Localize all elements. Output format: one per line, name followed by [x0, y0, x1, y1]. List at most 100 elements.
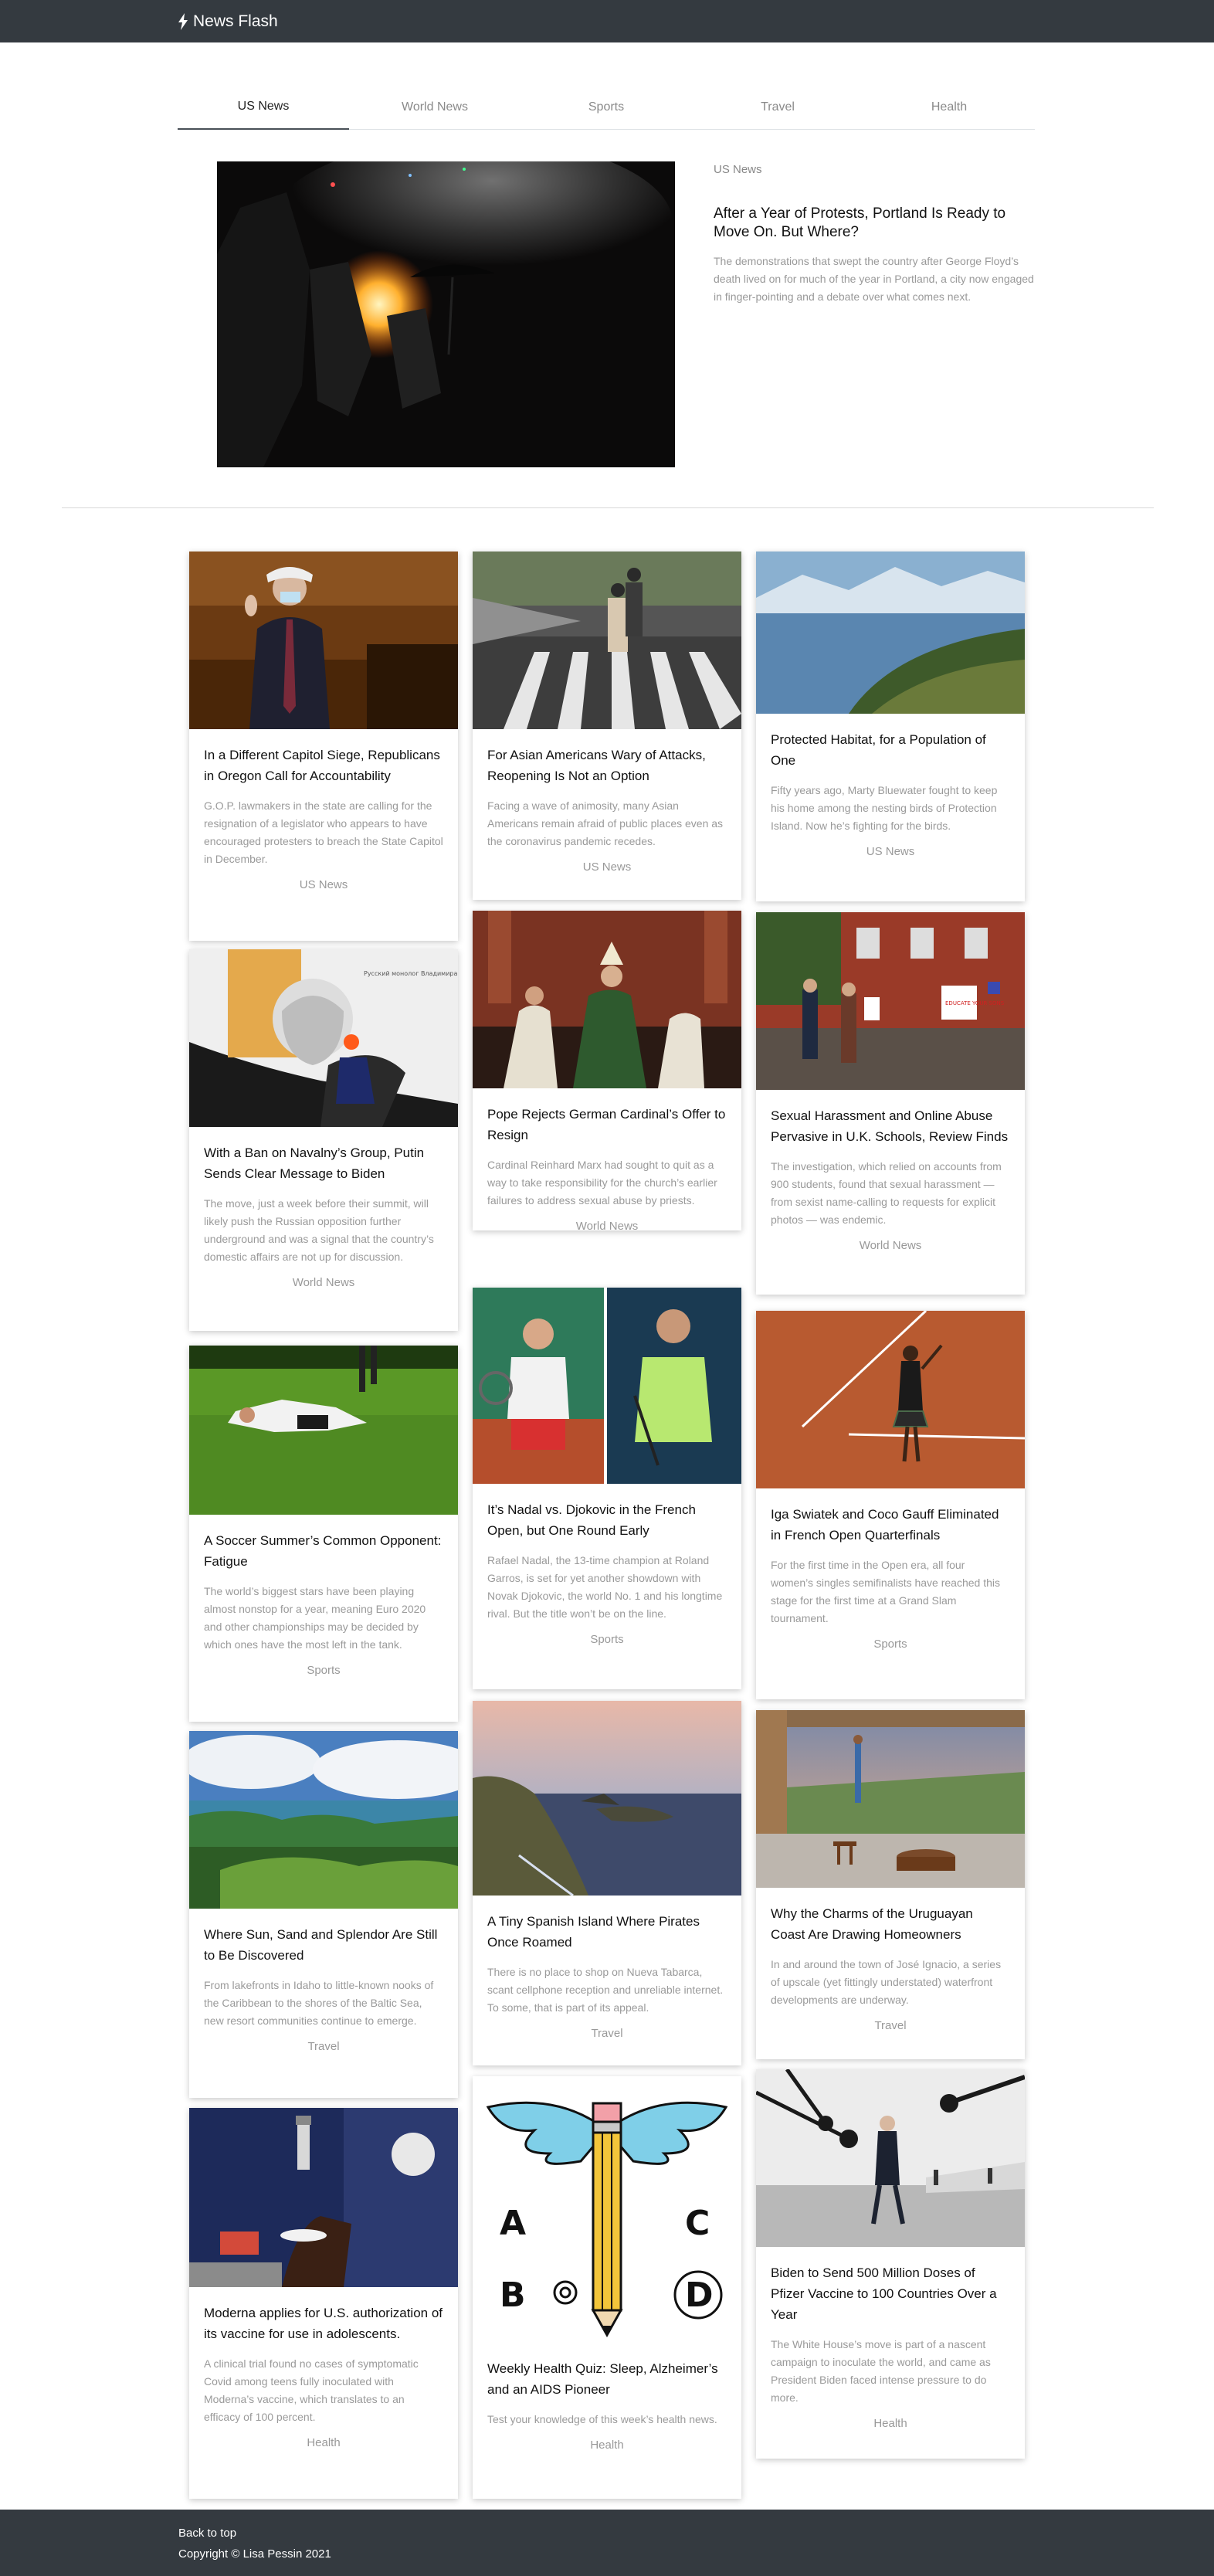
article-description: Facing a wave of animosity, many Asian A… — [487, 799, 724, 847]
tab-travel[interactable]: Travel — [692, 85, 863, 130]
article-category: Health — [590, 2439, 624, 2452]
article-card: Iga Swiatek and Coco Gauff Eliminated in… — [756, 1311, 1025, 1699]
brand-link[interactable]: News Flash — [178, 0, 278, 42]
article-body: Moderna applies for U.S. authorization o… — [189, 2303, 458, 2449]
article-title-link[interactable]: For Asian Americans Wary of Attacks, Reo… — [487, 745, 727, 786]
hero-category: US News — [714, 163, 762, 176]
article-card: EDUCATE YOUR SONS Sexual Harassment and … — [756, 912, 1025, 1295]
article-category: US News — [582, 860, 632, 874]
article-image[interactable] — [473, 911, 741, 1088]
article-body: It’s Nadal vs. Djokovic in the French Op… — [473, 1499, 741, 1646]
article-image[interactable]: EDUCATE YOUR SONS — [756, 912, 1025, 1090]
article-description: There is no place to shop on Nueva Tabar… — [487, 1966, 724, 2014]
article-body: Pope Rejects German Cardinal’s Offer to … — [473, 1104, 741, 1230]
page-footer: Back to top Copyright © Lisa Pessin 2021 — [0, 2510, 1214, 2576]
quiz-letter-c: C — [685, 2204, 710, 2243]
article-card: It’s Nadal vs. Djokovic in the French Op… — [473, 1288, 741, 1689]
article-image[interactable] — [756, 2069, 1025, 2247]
article-image[interactable] — [473, 1288, 741, 1484]
article-image[interactable] — [756, 552, 1025, 714]
article-title-link[interactable]: Pope Rejects German Cardinal’s Offer to … — [487, 1104, 727, 1145]
hero-title-link[interactable]: After a Year of Protests, Portland Is Re… — [714, 205, 1038, 242]
tab-us-news[interactable]: US News — [178, 85, 349, 130]
tab-health[interactable]: Health — [863, 85, 1035, 130]
quiz-letter-a: A — [500, 2204, 526, 2243]
article-category: World News — [575, 1220, 639, 1230]
article-description: The investigation, which relied on accou… — [771, 1160, 1002, 1226]
article-card: In a Different Capitol Siege, Republican… — [189, 552, 458, 941]
article-description: From lakefronts in Idaho to little-known… — [204, 1979, 434, 2027]
article-image[interactable] — [189, 1346, 458, 1515]
article-body: Biden to Send 500 Million Doses of Pfize… — [756, 2262, 1025, 2430]
article-body: Why the Charms of the Uruguayan Coast Ar… — [756, 1903, 1025, 2032]
article-body: A Soccer Summer’s Common Opponent: Fatig… — [189, 1530, 458, 1677]
article-description: Rafael Nadal, the 13-time champion at Ro… — [487, 1554, 723, 1620]
article-card: Why the Charms of the Uruguayan Coast Ar… — [756, 1710, 1025, 2059]
article-image[interactable]: A B C D — [473, 2076, 741, 2343]
article-card: For Asian Americans Wary of Attacks, Reo… — [473, 552, 741, 900]
article-title-link[interactable]: Sexual Harassment and Online Abuse Perva… — [771, 1105, 1010, 1147]
back-to-top-link[interactable]: Back to top — [178, 2527, 236, 2540]
article-title-link[interactable]: Iga Swiatek and Coco Gauff Eliminated in… — [771, 1504, 1010, 1546]
article-body: Protected Habitat, for a Population of O… — [756, 729, 1025, 858]
article-body: Weekly Health Quiz: Sleep, Alzheimer’s a… — [473, 2358, 741, 2452]
article-title-link[interactable]: Biden to Send 500 Million Doses of Pfize… — [771, 2262, 1010, 2325]
quiz-letter-d: D — [685, 2276, 714, 2315]
article-title-link[interactable]: Moderna applies for U.S. authorization o… — [204, 2303, 443, 2344]
tab-world-news[interactable]: World News — [349, 85, 521, 130]
brand-name: News Flash — [193, 12, 278, 30]
article-category: Health — [873, 2417, 907, 2430]
article-card: Moderna applies for U.S. authorization o… — [189, 2108, 458, 2499]
article-card: Biden to Send 500 Million Doses of Pfize… — [756, 2069, 1025, 2459]
article-description: Cardinal Reinhard Marx had sought to qui… — [487, 1159, 717, 1207]
article-card: Русский монолог Владимира With a Ban on … — [189, 949, 458, 1331]
article-title-link[interactable]: In a Different Capitol Siege, Republican… — [204, 745, 443, 786]
article-card: Pope Rejects German Cardinal’s Offer to … — [473, 911, 741, 1230]
article-description: G.O.P. lawmakers in the state are callin… — [204, 799, 443, 865]
article-image[interactable] — [189, 2108, 458, 2287]
article-body: Where Sun, Sand and Splendor Are Still t… — [189, 1924, 458, 2053]
article-category: US News — [299, 878, 348, 891]
article-category: World News — [859, 1239, 922, 1252]
category-tabs: US News World News Sports Travel Health — [178, 85, 1035, 130]
article-card: A Soccer Summer’s Common Opponent: Fatig… — [189, 1346, 458, 1722]
hero-description: The demonstrations that swept the countr… — [714, 255, 1034, 303]
article-body: Iga Swiatek and Coco Gauff Eliminated in… — [756, 1504, 1025, 1651]
hero-meta: US News After a Year of Protests, Portla… — [714, 161, 1038, 306]
article-category: Sports — [873, 1638, 907, 1651]
article-image[interactable] — [189, 552, 458, 729]
article-body: A Tiny Spanish Island Where Pirates Once… — [473, 1911, 741, 2040]
article-image[interactable] — [473, 552, 741, 729]
article-title-link[interactable]: With a Ban on Navalny’s Group, Putin Sen… — [204, 1142, 443, 1184]
hero-image[interactable] — [217, 161, 675, 467]
article-title-link[interactable]: Where Sun, Sand and Splendor Are Still t… — [204, 1924, 443, 1966]
article-description: A clinical trial found no cases of sympt… — [204, 2357, 419, 2423]
article-image[interactable] — [756, 1311, 1025, 1488]
article-title-link[interactable]: Protected Habitat, for a Population of O… — [771, 729, 1010, 771]
article-body: Sexual Harassment and Online Abuse Perva… — [756, 1105, 1025, 1252]
section-divider — [62, 507, 1154, 508]
article-description: The White House’s move is part of a nasc… — [771, 2338, 991, 2404]
article-category: US News — [866, 845, 915, 858]
article-image[interactable] — [756, 1710, 1025, 1888]
article-category: Sports — [307, 1664, 341, 1677]
article-card: A Tiny Spanish Island Where Pirates Once… — [473, 1701, 741, 2065]
tab-sports[interactable]: Sports — [521, 85, 692, 130]
article-image[interactable] — [473, 1701, 741, 1896]
article-body: For Asian Americans Wary of Attacks, Reo… — [473, 745, 741, 874]
article-description: Test your knowledge of this week’s healt… — [487, 2413, 717, 2425]
article-image[interactable] — [189, 1731, 458, 1909]
article-description: In and around the town of José Ignacio, … — [771, 1958, 1002, 2006]
article-title-link[interactable]: Why the Charms of the Uruguayan Coast Ar… — [771, 1903, 1010, 1945]
article-title-link[interactable]: A Soccer Summer’s Common Opponent: Fatig… — [204, 1530, 443, 1572]
article-card: Where Sun, Sand and Splendor Are Still t… — [189, 1731, 458, 2098]
article-body: With a Ban on Navalny’s Group, Putin Sen… — [189, 1142, 458, 1289]
article-image[interactable]: Русский монолог Владимира — [189, 949, 458, 1127]
article-description: The move, just a week before their summi… — [204, 1197, 434, 1263]
article-category: Travel — [591, 2027, 623, 2040]
article-title-link[interactable]: Weekly Health Quiz: Sleep, Alzheimer’s a… — [487, 2358, 727, 2400]
banner-text: Русский монолог Владимира — [364, 970, 457, 977]
article-title-link[interactable]: A Tiny Spanish Island Where Pirates Once… — [487, 1911, 727, 1953]
quiz-letter-b: B — [500, 2276, 526, 2315]
article-title-link[interactable]: It’s Nadal vs. Djokovic in the French Op… — [487, 1499, 727, 1541]
